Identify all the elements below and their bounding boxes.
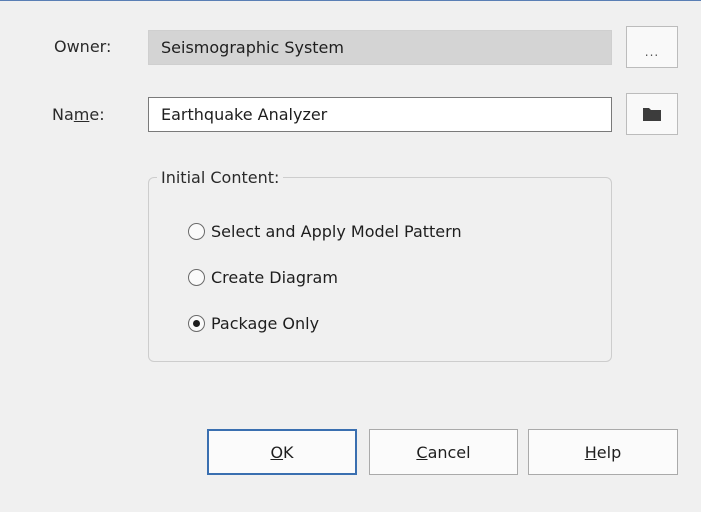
name-label-pre: Na: [52, 105, 74, 124]
name-label-mnemonic: m: [73, 105, 90, 124]
option-label: Select and Apply Model Pattern: [211, 222, 462, 241]
owner-browse-button[interactable]: ...: [626, 26, 678, 68]
option-package-only[interactable]: Package Only: [188, 314, 319, 333]
option-create-diagram[interactable]: Create Diagram: [188, 268, 338, 287]
radio-selected-dot: [193, 320, 200, 327]
owner-field: Seismographic System: [148, 30, 612, 65]
ok-label-rest: K: [283, 442, 294, 462]
owner-label-text: Owner:: [54, 37, 112, 56]
initial-content-legend: Initial Content:: [161, 168, 280, 187]
window-top-border: [0, 0, 701, 1]
radio-button[interactable]: [188, 223, 205, 240]
folder-icon: [643, 108, 661, 121]
name-input[interactable]: Earthquake Analyzer: [148, 97, 612, 132]
radio-button[interactable]: [188, 269, 205, 286]
cancel-label-rest: ancel: [427, 442, 471, 462]
help-label-rest: elp: [596, 442, 622, 462]
name-label: Name:: [52, 105, 105, 124]
owner-label: Owner:: [54, 37, 111, 56]
ellipsis-icon: ...: [644, 45, 660, 59]
help-mnemonic: H: [584, 442, 597, 462]
cancel-button[interactable]: Cancel: [369, 429, 518, 475]
name-label-post: e:: [89, 105, 105, 124]
name-browse-button[interactable]: [626, 93, 678, 135]
radio-button-selected[interactable]: [188, 315, 205, 332]
cancel-mnemonic: C: [416, 442, 428, 462]
ok-button[interactable]: OK: [207, 429, 357, 475]
option-label: Package Only: [211, 314, 320, 333]
option-select-and-apply-model-pattern[interactable]: Select and Apply Model Pattern: [188, 222, 462, 241]
help-button[interactable]: Help: [528, 429, 678, 475]
option-label: Create Diagram: [211, 268, 338, 287]
ok-mnemonic: O: [270, 442, 284, 462]
